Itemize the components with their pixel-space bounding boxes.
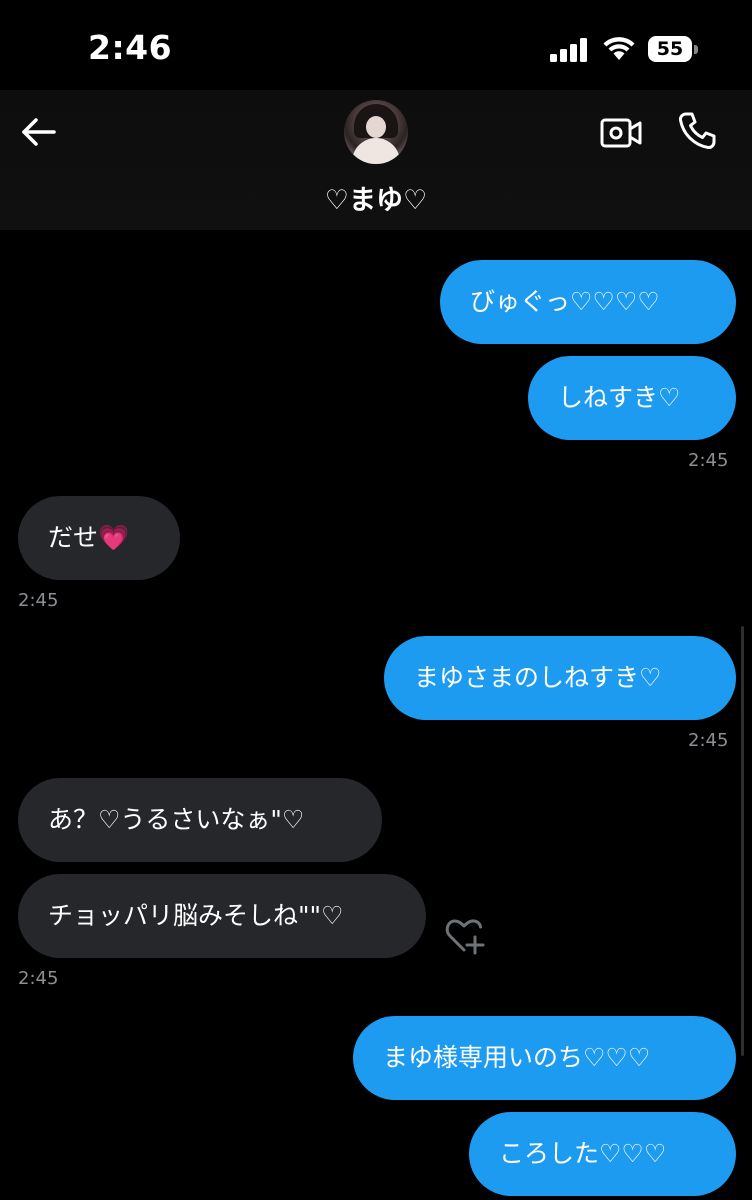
cellular-signal-icon bbox=[550, 38, 587, 62]
message-bubble-outgoing[interactable]: ころした♡♡♡ bbox=[469, 1112, 736, 1196]
scrollbar[interactable] bbox=[741, 626, 744, 1056]
message-bubble-outgoing[interactable]: しねすき♡ bbox=[528, 356, 736, 440]
conversation-header: ♡まゆ♡ bbox=[0, 90, 752, 230]
avatar-body bbox=[352, 138, 400, 164]
back-button[interactable] bbox=[18, 110, 62, 154]
avatar-face bbox=[366, 116, 386, 138]
message-timestamp: 2:45 bbox=[18, 590, 59, 611]
battery-level: 55 bbox=[648, 36, 692, 62]
avatar[interactable] bbox=[344, 100, 408, 164]
contact-name[interactable]: ♡まゆ♡ bbox=[0, 178, 752, 217]
message-bubble-outgoing[interactable]: まゆさまのしねすき♡ bbox=[384, 636, 736, 720]
add-reaction-button[interactable] bbox=[444, 916, 486, 956]
message-bubble-incoming[interactable]: あ？♡うるさいなぁ"♡ bbox=[18, 778, 382, 862]
message-bubble-outgoing[interactable]: まゆ様専用いのち♡♡♡ bbox=[353, 1016, 736, 1100]
message-list[interactable]: びゅぐっ♡♡♡♡ しねすき♡ 2:45 だせ💗 2:45 まゆさまのしねすき♡ … bbox=[0, 230, 752, 1200]
status-time: 2:46 bbox=[88, 28, 173, 67]
voice-call-button[interactable] bbox=[676, 110, 718, 152]
message-timestamp: 2:45 bbox=[688, 730, 729, 751]
phone-icon bbox=[678, 112, 716, 150]
battery-indicator: 55 bbox=[648, 36, 700, 62]
message-bubble-incoming[interactable]: だせ💗 bbox=[18, 496, 180, 580]
battery-cap bbox=[694, 45, 698, 54]
heart-plus-icon bbox=[445, 919, 485, 955]
message-timestamp: 2:45 bbox=[688, 450, 729, 471]
video-call-button[interactable] bbox=[600, 116, 642, 150]
status-bar: 2:46 55 bbox=[0, 0, 752, 100]
message-bubble-outgoing[interactable]: びゅぐっ♡♡♡♡ bbox=[440, 260, 736, 344]
message-timestamp: 2:45 bbox=[18, 968, 59, 989]
arrow-left-icon bbox=[22, 118, 56, 146]
video-camera-icon bbox=[600, 118, 642, 148]
wifi-icon bbox=[603, 37, 635, 60]
message-bubble-incoming[interactable]: チョッパリ脳みそしね""♡ bbox=[18, 874, 426, 958]
